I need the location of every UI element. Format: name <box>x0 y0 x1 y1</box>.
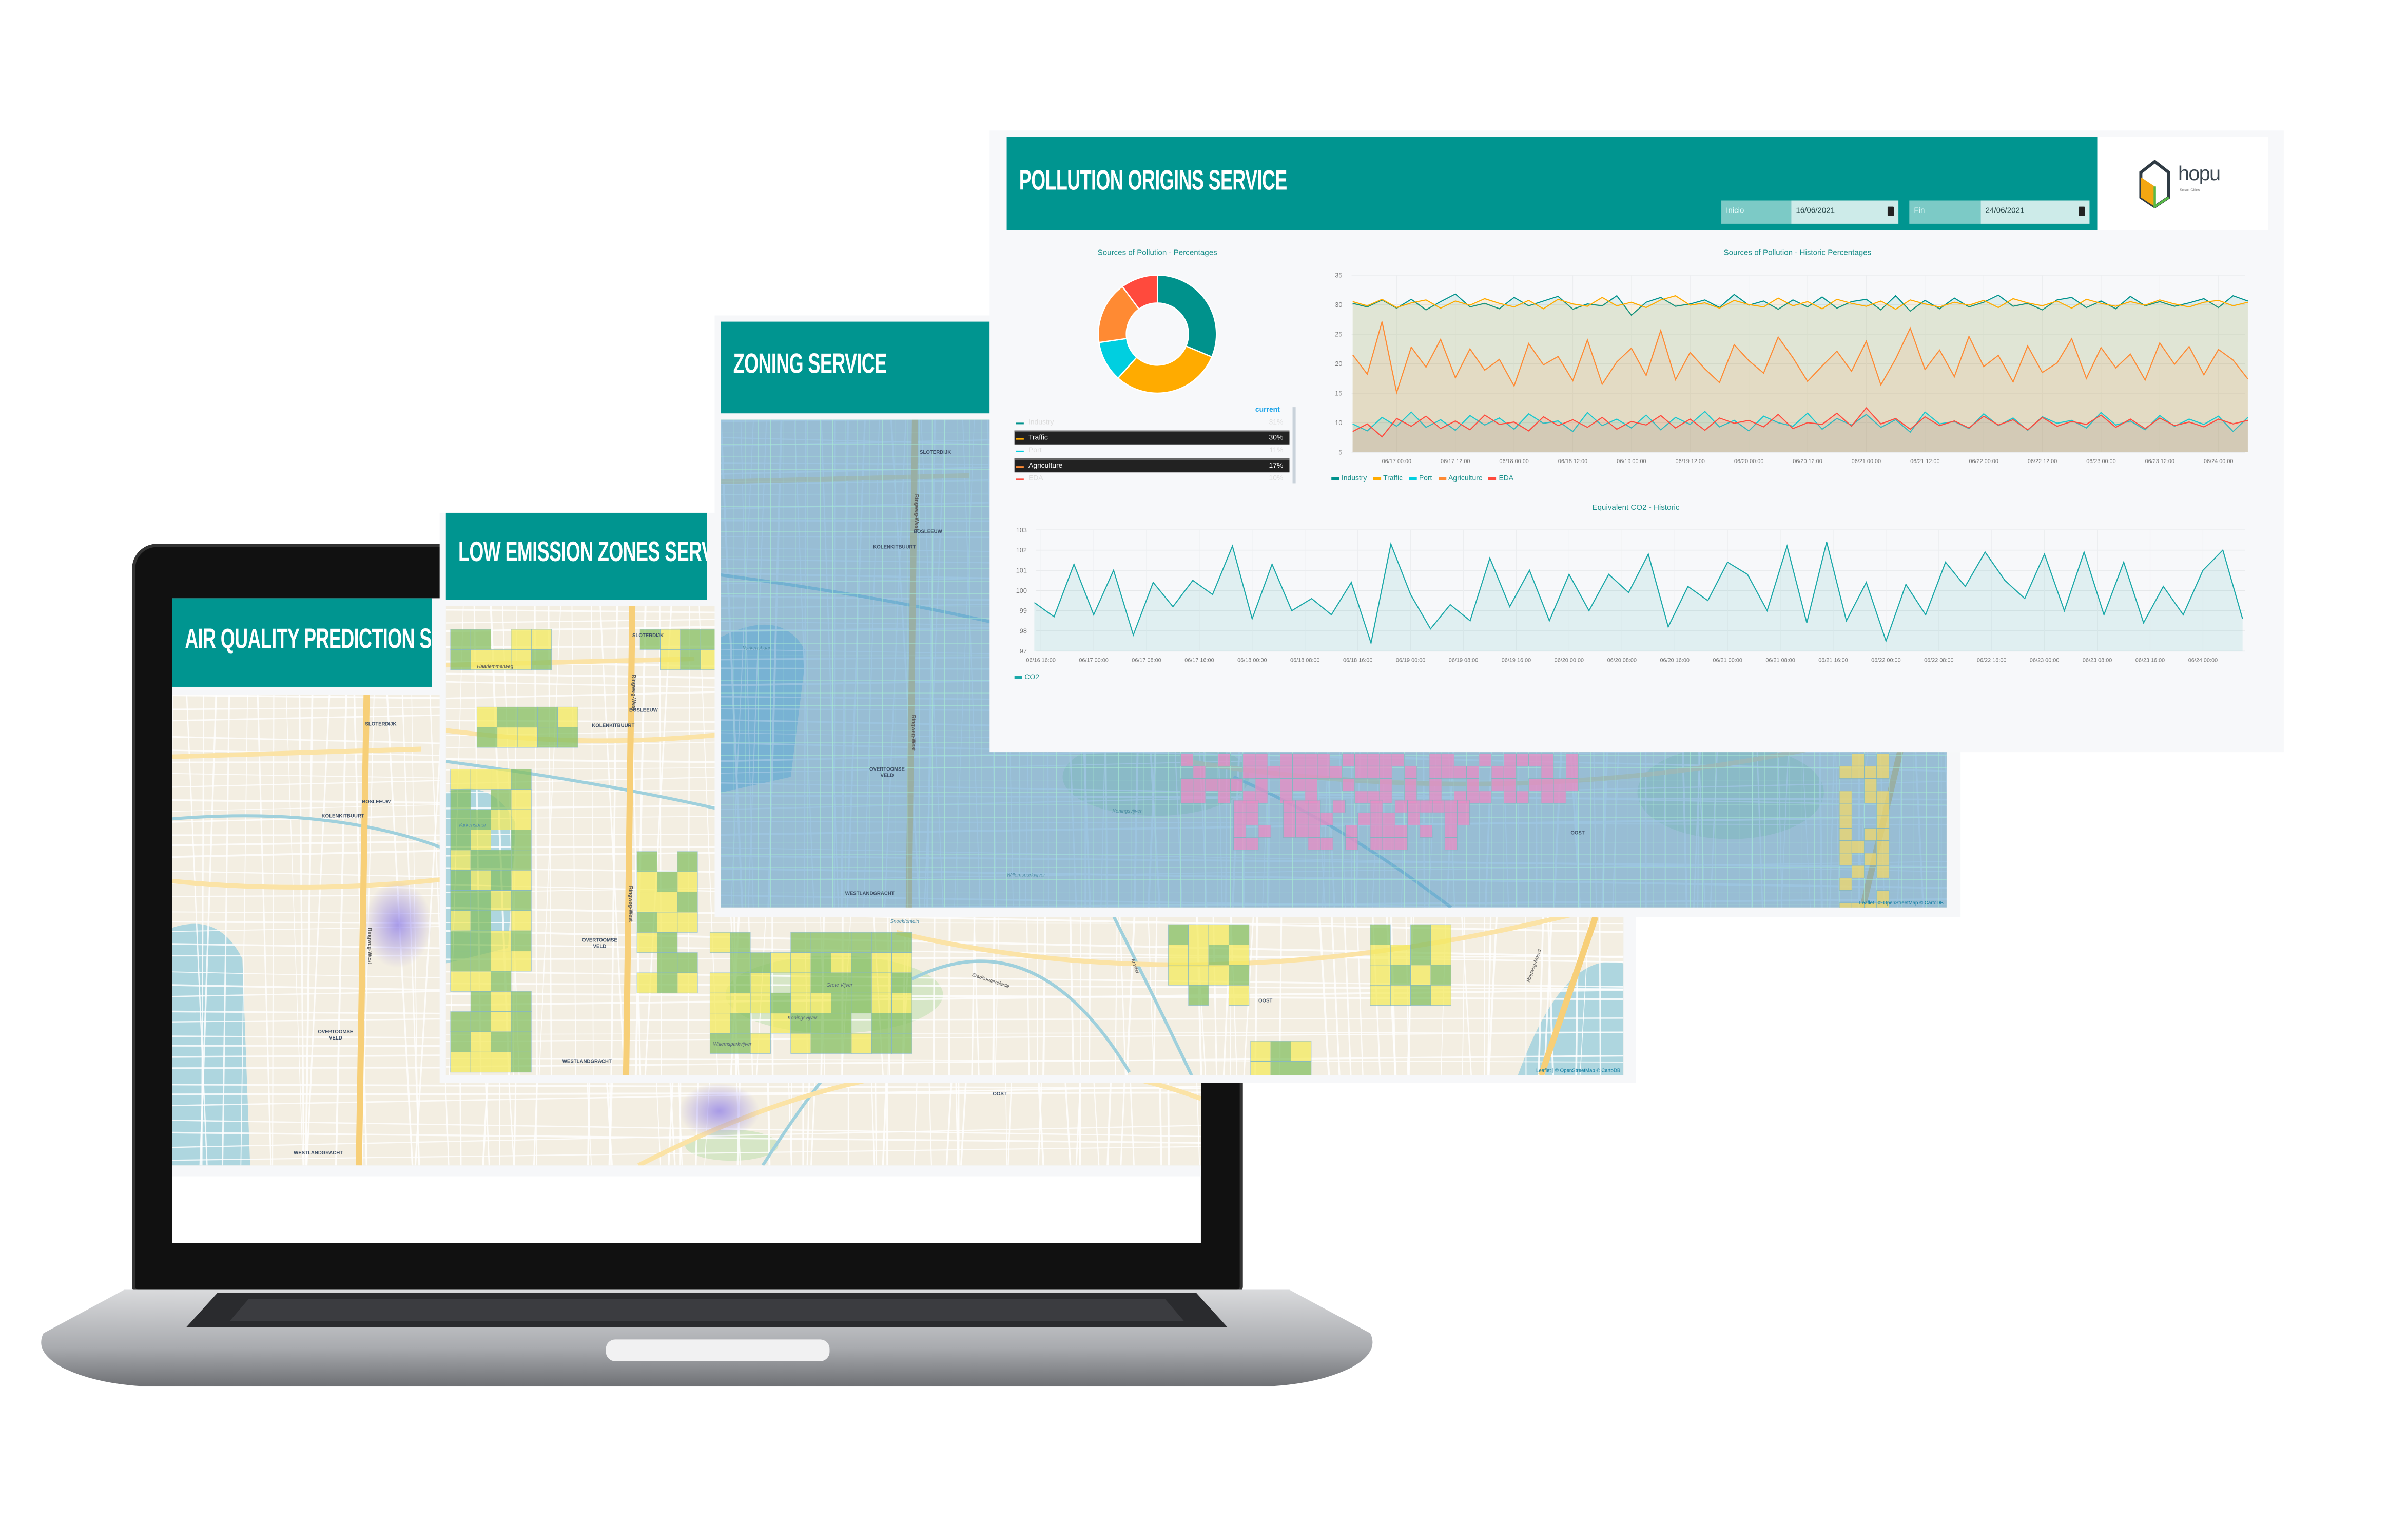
x-tick-label: 06/18 08:00 <box>1290 658 1319 664</box>
x-tick-label: 06/20 08:00 <box>1607 658 1637 664</box>
x-tick-label: 06/20 12:00 <box>1793 458 1822 465</box>
x-tick-label: 06/23 16:00 <box>2135 658 2165 664</box>
x-tick-label: 06/18 00:00 <box>1237 658 1267 664</box>
x-tick-label: 06/22 00:00 <box>1871 658 1900 664</box>
x-tick-label: 06/17 16:00 <box>1184 658 1214 664</box>
x-tick-label: 06/19 16:00 <box>1502 658 1531 664</box>
x-tick-label: 06/23 12:00 <box>2145 458 2174 465</box>
x-tick-label: 06/19 00:00 <box>1617 458 1646 465</box>
x-tick-label: 06/18 00:00 <box>1499 458 1528 465</box>
y-tick-label: 99 <box>1020 607 1027 614</box>
x-tick-label: 06/20 00:00 <box>1734 458 1763 465</box>
area-co2 <box>1034 542 2243 651</box>
y-tick-label: 10 <box>1335 419 1342 427</box>
y-tick-label: 30 <box>1335 301 1342 309</box>
y-tick-label: 20 <box>1335 360 1342 368</box>
x-tick-label: 06/24 00:00 <box>2188 658 2218 664</box>
x-tick-label: 06/17 08:00 <box>1132 658 1161 664</box>
x-tick-label: 06/18 16:00 <box>1343 658 1372 664</box>
x-tick-label: 06/17 12:00 <box>1441 458 1470 465</box>
charts-layer: 5 10 15 20 25 30 35 06/17 00:00 06/17 12:00 06/18… <box>1016 271 2248 664</box>
y-tick-label: 100 <box>1016 587 1027 594</box>
x-tick-label: 06/21 00:00 <box>1713 658 1742 664</box>
x-tick-label: 06/22 00:00 <box>1969 458 1998 465</box>
x-tick-label: 06/21 08:00 <box>1765 658 1795 664</box>
stage: AIR QUALITY PREDICTION SERVICE SLOTERDIJ… <box>0 0 2408 1540</box>
x-tick-label: 06/24 00:00 <box>2204 458 2233 465</box>
x-tick-label: 06/20 16:00 <box>1660 658 1689 664</box>
x-tick-label: 06/21 12:00 <box>1910 458 1939 465</box>
x-tick-label: 06/18 12:00 <box>1558 458 1587 465</box>
x-tick-label: 06/16 16:00 <box>1026 658 1055 664</box>
y-tick-label: 25 <box>1335 330 1342 338</box>
x-tick-label: 06/23 00:00 <box>2030 658 2059 664</box>
y-tick-label: 103 <box>1016 526 1027 534</box>
y-tick-label: 35 <box>1335 271 1342 279</box>
x-tick-label: 06/23 08:00 <box>2083 658 2112 664</box>
x-tick-label: 06/19 12:00 <box>1676 458 1705 465</box>
y-tick-label: 97 <box>1020 647 1027 655</box>
x-tick-label: 06/17 00:00 <box>1382 458 1411 465</box>
x-tick-label: 06/22 16:00 <box>1977 658 2006 664</box>
x-tick-label: 06/21 16:00 <box>1818 658 1848 664</box>
x-tick-label: 06/19 00:00 <box>1396 658 1425 664</box>
x-tick-label: 06/22 12:00 <box>2028 458 2057 465</box>
x-tick-label: 06/17 00:00 <box>1079 658 1108 664</box>
x-tick-label: 06/19 08:00 <box>1449 658 1478 664</box>
y-tick-label: 5 <box>1338 448 1342 456</box>
donut-slice-industry <box>1156 274 1217 358</box>
x-tick-label: 06/21 00:00 <box>1852 458 1881 465</box>
x-tick-label: 06/20 00:00 <box>1555 658 1584 664</box>
y-tick-label: 15 <box>1335 389 1342 397</box>
x-tick-label: 06/22 08:00 <box>1924 658 1953 664</box>
y-tick-label: 101 <box>1016 566 1027 574</box>
x-tick-label: 06/23 00:00 <box>2086 458 2115 465</box>
y-tick-label: 98 <box>1020 627 1027 635</box>
y-tick-label: 102 <box>1016 546 1027 554</box>
